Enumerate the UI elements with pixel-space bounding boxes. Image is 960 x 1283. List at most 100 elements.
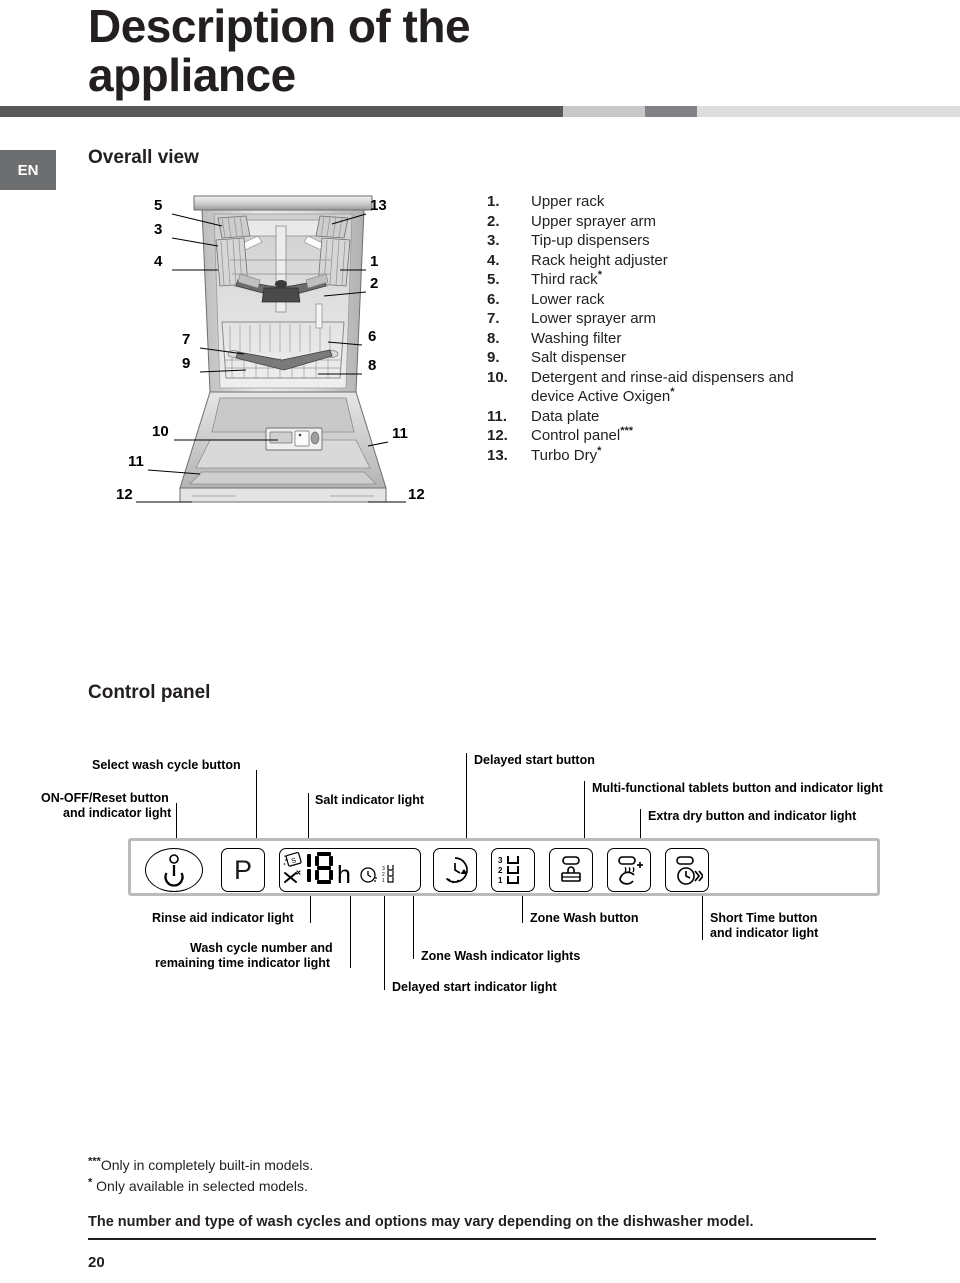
label-wash-cycle-number-line2: remaining time indicator light: [155, 956, 331, 970]
dishwasher-illustration: [136, 195, 406, 503]
label-on-off-reset-button: ON-OFF/Reset button: [41, 791, 169, 805]
diagram-callout-11-right: 11: [392, 425, 408, 442]
label-wash-cycle-number: Wash cycle number and: [190, 941, 333, 955]
manual-page: Description of the appliance EN Overall …: [0, 0, 960, 1283]
label-select-wash-cycle-button: Select wash cycle button: [92, 758, 241, 772]
footnote-triple-text: Only in completely built-in models.: [100, 1157, 314, 1173]
part-number: 2.: [487, 212, 500, 230]
part-number: 8.: [487, 329, 500, 347]
list-item: 4. Rack height adjuster: [487, 251, 887, 271]
part-number: 11.: [487, 407, 508, 425]
small-clock-icon: [360, 867, 377, 883]
part-label: Detergent and rinse-aid dispensers and: [531, 368, 794, 386]
diagram-callout-8: 8: [368, 357, 377, 374]
leader-line-zone-wash-button: [522, 896, 523, 923]
label-short-time-button: Short Time button: [710, 911, 818, 925]
part-label: Salt dispenser: [531, 349, 627, 366]
leader-line-salt-indicator: [308, 793, 309, 838]
short-time-button[interactable]: [665, 848, 709, 892]
diagram-callout-10: 10: [152, 423, 169, 440]
section-heading-control-panel: Control panel: [88, 682, 211, 703]
language-tab-en: EN: [0, 150, 56, 190]
part-label-continued-text: device Active Oxigen: [531, 388, 671, 405]
list-item: 13. Turbo Dry*: [487, 444, 887, 466]
leader-line-extra-dry: [640, 809, 641, 838]
part-label: Tip-up dispensers: [531, 232, 650, 249]
display: S h 3 2 1: [279, 848, 421, 892]
leader-line-delayed-start: [466, 753, 467, 838]
extra-dry-button[interactable]: [607, 848, 651, 892]
leader-line-short-time-button: [702, 896, 703, 940]
parts-list: 1. Upper rack 2. Upper sprayer arm 3. Ti…: [487, 192, 887, 465]
list-item: 11. Data plate: [487, 407, 887, 427]
leader-line-rinse-aid-indicator: [310, 896, 311, 923]
list-item: 5. Third rack*: [487, 270, 887, 290]
diagram-callout-9: 9: [182, 355, 191, 372]
part-label: Turbo Dry: [531, 446, 598, 464]
list-item: 8. Washing filter: [487, 329, 887, 349]
label-short-time-button-line2: and indicator light: [710, 926, 819, 940]
salt-block-icon: S: [283, 852, 302, 867]
list-item: 6. Lower rack: [487, 290, 887, 310]
label-zone-wash-button: Zone Wash button: [530, 911, 639, 925]
steam-plus-icon: [618, 856, 643, 885]
diagram-callout-3: 3: [154, 221, 163, 238]
lcd-display: S h 3 2 1: [283, 852, 394, 889]
display-unit: h: [337, 861, 351, 889]
header-rule-segment-2: [563, 106, 645, 117]
list-item: 12. Control panel***: [487, 426, 887, 446]
label-zone-wash-indicator-lights: Zone Wash indicator lights: [421, 949, 581, 963]
diagram-callout-13: 13: [370, 197, 387, 214]
part-number: 13.: [487, 446, 508, 464]
header-rule-segment-3: [645, 106, 697, 117]
p-letter-icon: P: [233, 854, 252, 885]
delayed-start-button[interactable]: [433, 848, 477, 892]
label-multi-functional-tablets-button: Multi-functional tablets button and indi…: [592, 781, 883, 795]
part-label: Washing filter: [531, 329, 622, 347]
asterisk-marker: *: [670, 386, 675, 398]
clock-arrow-icon: [445, 857, 468, 884]
svg-text:1: 1: [382, 878, 385, 884]
part-label: Upper rack: [531, 193, 605, 210]
display-digits: [307, 852, 333, 884]
svg-text:2: 2: [498, 866, 503, 875]
part-label: Data plate: [531, 407, 600, 425]
list-item: 1. Upper rack: [487, 192, 887, 212]
part-label-continued: device Active Oxigen*: [487, 387, 887, 407]
on-off-reset-button[interactable]: [145, 848, 203, 892]
svg-text:S: S: [291, 857, 298, 865]
diagram-callout-5: 5: [154, 197, 163, 214]
part-number: 3.: [487, 232, 500, 249]
tablet-icon: [561, 856, 581, 882]
rinse-aid-star-icon: [284, 870, 301, 883]
control-panel-bar: P S h 3 2 1 3 2 1: [128, 838, 880, 896]
label-rinse-aid-indicator-light: Rinse aid indicator light: [152, 911, 294, 925]
asterisk-marker-single: *: [88, 1176, 93, 1189]
dishwasher-diagram: 5 3 4 13 1 2 7 9 6 8 10 11 11 12 12: [116, 192, 448, 522]
part-number: 12.: [487, 427, 508, 444]
diagram-callout-7: 7: [182, 331, 191, 348]
power-icon: [164, 854, 184, 887]
label-extra-dry-button: Extra dry button and indicator light: [648, 809, 857, 823]
zone-wash-button[interactable]: 3 2 1: [491, 848, 535, 892]
svg-text:3: 3: [498, 856, 503, 865]
page-title: Description of the appliance: [88, 0, 548, 100]
footnote-single-asterisk: * Only available in selected models.: [88, 1176, 308, 1196]
asterisk-marker: *: [597, 444, 602, 457]
select-wash-cycle-button[interactable]: P: [221, 848, 265, 892]
list-item: 7. Lower sprayer arm: [487, 309, 887, 329]
leader-line-multi-tablets: [584, 781, 585, 838]
leader-line-wash-cycle-number: [350, 896, 351, 968]
part-label: Control panel: [531, 427, 621, 444]
multi-functional-tablets-button[interactable]: [549, 848, 593, 892]
leader-line-on-off-reset: [176, 803, 177, 838]
footnote-triple-asterisk: ***Only in completely built-in models.: [88, 1155, 313, 1175]
header-rule-segment-1: [0, 106, 563, 117]
diagram-callout-11-left: 11: [128, 453, 144, 470]
page-title-line1: Description of the: [88, 0, 471, 52]
footer-divider: [88, 1238, 876, 1240]
diagram-callout-6: 6: [368, 328, 377, 345]
part-number: 6.: [487, 290, 500, 308]
zone-bars-icon: 3 2 1: [498, 856, 519, 885]
label-delayed-start-button: Delayed start button: [474, 753, 595, 767]
